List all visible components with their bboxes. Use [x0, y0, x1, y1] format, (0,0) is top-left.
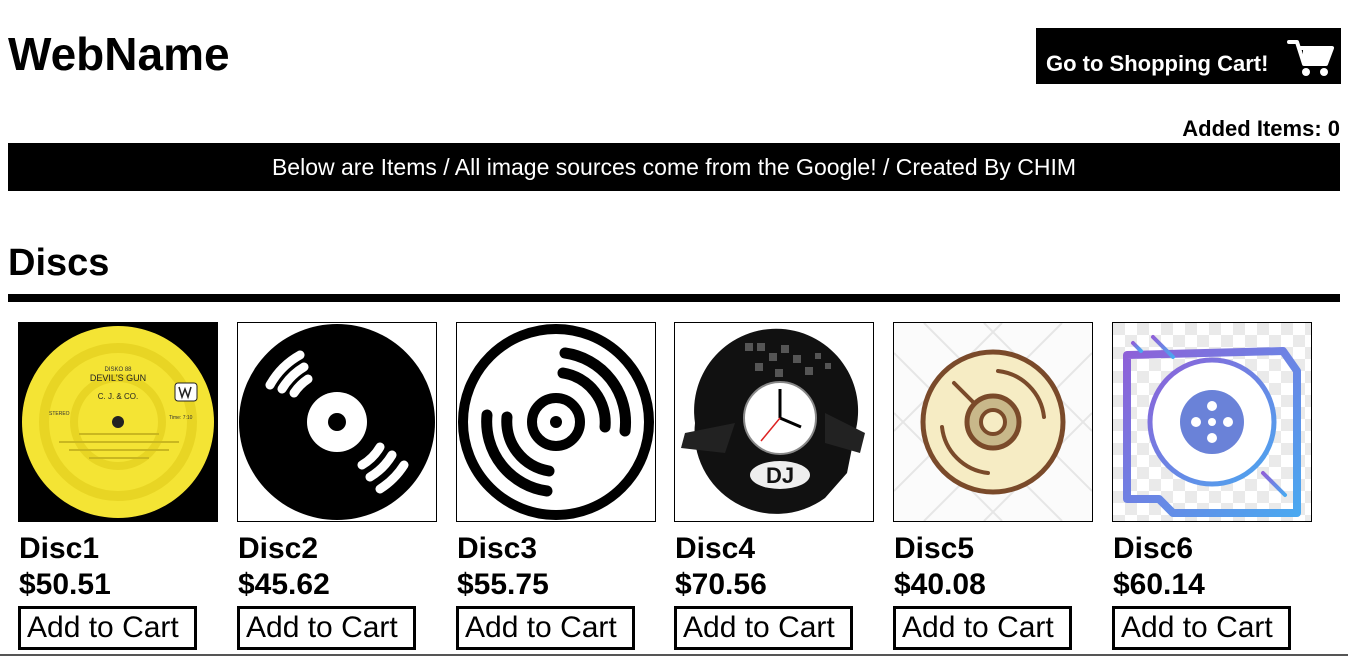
product-name: Disc1	[19, 532, 100, 565]
product-price: $50.51	[19, 568, 111, 601]
product-card: DISKO 88 DEVIL'S GUN C. J. & CO. STEREO …	[18, 322, 218, 650]
label-text: Time: 7:10	[169, 415, 193, 421]
product-price: $60.14	[1113, 568, 1205, 601]
section-title: Discs	[8, 242, 110, 284]
product-price: $45.62	[238, 568, 330, 601]
cream-disc-icon	[894, 323, 1092, 521]
section-divider	[8, 294, 1340, 302]
product-image: DISKO 88 DEVIL'S GUN C. J. & CO. STEREO …	[18, 322, 218, 522]
label-text: C. J. & CO.	[98, 392, 138, 401]
product-card: DJ Disc4 $70.56 Add to Cart	[674, 322, 874, 650]
label-text: DEVIL'S GUN	[90, 373, 146, 383]
shopping-cart-button[interactable]: Go to Shopping Cart!	[1036, 28, 1341, 84]
product-card: Disc3 $55.75 Add to Cart	[456, 322, 656, 650]
product-card: Disc6 $60.14 Add to Cart	[1112, 322, 1312, 650]
product-name: Disc5	[894, 532, 975, 565]
info-banner: Below are Items / All image sources come…	[8, 143, 1340, 191]
add-to-cart-button[interactable]: Add to Cart	[456, 606, 635, 650]
product-image	[1112, 322, 1312, 522]
product-card: Disc5 $40.08 Add to Cart	[893, 322, 1093, 650]
product-image	[893, 322, 1093, 522]
label-text: STEREO	[49, 411, 70, 417]
product-price: $40.08	[894, 568, 986, 601]
added-items-counter: Added Items: 0	[1182, 116, 1340, 141]
site-title: WebName	[8, 28, 230, 80]
product-name: Disc2	[238, 532, 319, 565]
product-image	[456, 322, 656, 522]
add-to-cart-button[interactable]: Add to Cart	[893, 606, 1072, 650]
product-name: Disc4	[675, 532, 756, 565]
add-to-cart-button[interactable]: Add to Cart	[1112, 606, 1291, 650]
shopping-cart-icon	[1287, 40, 1334, 76]
outline-disc-icon	[457, 323, 655, 521]
product-price: $55.75	[457, 568, 549, 601]
info-banner-text: Below are Items / All image sources come…	[271, 153, 1077, 180]
product-image	[237, 322, 437, 522]
add-to-cart-button[interactable]: Add to Cart	[18, 606, 197, 650]
product-name: Disc3	[457, 532, 538, 565]
black-vinyl-record-icon	[238, 323, 436, 521]
add-to-cart-button[interactable]: Add to Cart	[674, 606, 853, 650]
gradient-reel-icon	[1113, 323, 1311, 521]
svg-text:DJ: DJ	[766, 463, 794, 488]
dj-vinyl-clock-image: DJ	[675, 323, 873, 521]
shopping-cart-button-label: Go to Shopping Cart!	[1046, 51, 1269, 76]
product-card: Disc2 $45.62 Add to Cart	[237, 322, 437, 650]
product-name: Disc6	[1113, 532, 1194, 565]
yellow-vinyl-label-image: DISKO 88 DEVIL'S GUN C. J. & CO. STEREO …	[19, 323, 217, 521]
product-price: $70.56	[675, 568, 767, 601]
product-image: DJ	[674, 322, 874, 522]
add-to-cart-button[interactable]: Add to Cart	[237, 606, 416, 650]
